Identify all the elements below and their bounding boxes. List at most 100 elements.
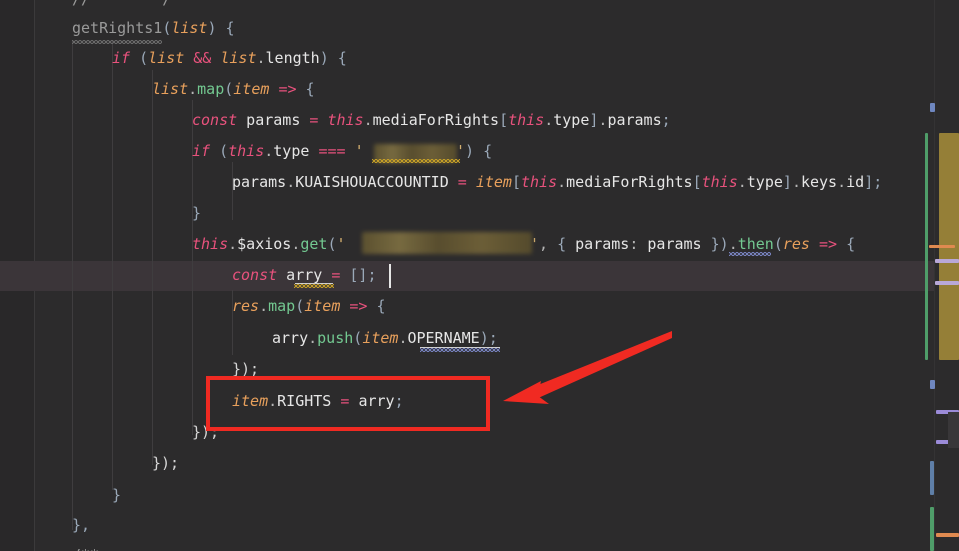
code-token: ; [661,111,671,129]
overview-marker [930,507,934,551]
code-token: this [701,173,738,191]
code-token: => [349,297,368,315]
code-text: if (this.type === ' [192,136,364,166]
code-token: getRights1 [72,19,163,37]
code-token: type [273,142,310,160]
overview-marker [930,461,934,495]
scrollbar-column[interactable] [935,0,959,551]
squiggle-underline [294,284,334,288]
code-token: if [112,49,131,67]
code-token: $axios [237,235,292,253]
code-token: [ [692,173,702,191]
code-token: if [192,142,211,160]
code-token: item [233,80,270,98]
code-token: . [188,80,198,98]
code-text: list.map(item => { [152,74,315,104]
code-token: item [475,173,512,191]
code-token: . [728,235,738,253]
code-line[interactable]: const params = this.mediaForRights[this.… [0,105,959,135]
code-line[interactable]: res.map(item => { [0,291,959,321]
code-line[interactable]: // / [0,0,959,14]
code-token: this [327,111,364,129]
code-token: item [362,329,399,347]
code-token: . [259,297,269,315]
code-token: type [746,173,783,191]
code-text: if (list && list.length) { [112,43,347,73]
code-token: arry [272,329,309,347]
code-token: }, [72,516,91,534]
code-token: { [296,80,315,98]
code-line[interactable]: if (this.type === ' ') { [0,136,959,166]
text-caret [389,264,391,288]
code-line[interactable]: } [0,198,959,228]
code-token: ' [354,142,364,160]
code-token: ' [456,142,466,160]
code-token: params [575,235,630,253]
code-token: [ [511,173,521,191]
code-line[interactable]: params.KUAISHOUACCOUNTID = item[this.med… [0,167,959,197]
code-token: type [553,111,590,129]
code-token: , [539,235,549,253]
code-token: . [737,173,747,191]
code-token: . [308,329,318,347]
code-token: res [232,297,260,315]
code-line[interactable]: }, [0,510,959,540]
overview-marker [929,245,955,248]
code-text: res.map(item => { [232,291,386,321]
code-token: ( [210,142,229,160]
code-text: ', { params: params }).then(res => { [530,229,855,259]
code-token: . [544,111,554,129]
code-token: . [228,235,238,253]
code-line[interactable]: if (list && list.length) { [0,43,959,73]
code-token: map [268,297,296,315]
code-token: === [318,142,346,160]
code-token: params [638,235,711,253]
code-token: id [846,173,865,191]
code-token: { [837,235,856,253]
code-token: . [264,142,274,160]
code-token: KUAISHOUACCOUNTID [295,173,449,191]
code-token: ( [224,80,234,98]
code-text: const params = this.mediaForRights[this.… [192,105,671,135]
code-token: OPERNAME [407,329,480,347]
overview-marker [936,533,959,537]
code-text: this.$axios.get(' [192,229,346,259]
code-line[interactable]: }); [0,448,959,478]
code-token: => [278,80,297,98]
squiggle-underline [420,348,500,352]
code-token: . [837,173,847,191]
code-token: map [197,80,225,98]
code-token: ' [336,235,346,253]
code-token: = [457,173,467,191]
code-token: list [148,49,185,67]
code-token: . [791,173,801,191]
code-line[interactable]: } [0,480,959,510]
code-text: getRights1(list) { [72,13,235,43]
redacted-url-region [362,232,532,254]
code-token: this [228,142,265,160]
code-token: . [286,173,296,191]
code-line[interactable]: getRights1(list) { [0,13,959,43]
overview-marker [935,281,959,285]
scrollbar-track-shade [948,412,959,448]
code-line[interactable]: list.map(item => { [0,74,959,104]
code-text: ') { [456,136,492,166]
code-line[interactable]: const arry = []; [0,260,959,290]
code-token: this [508,111,545,129]
code-token: this [521,173,558,191]
overview-change-bar [925,133,928,360]
code-token: ( [327,235,337,253]
code-token: get [300,235,328,253]
code-token: res [782,235,810,253]
overview-marker [935,259,959,263]
code-token: list [171,19,208,37]
code-token: mediaForRights [566,173,693,191]
code-editor-window: // / getRights1(list) { if (list && list… [0,0,959,551]
code-token: push [317,329,354,347]
overview-marker [930,103,935,112]
code-token: . [363,111,373,129]
code-surface[interactable]: // / getRights1(list) { if (list && list… [0,0,959,551]
code-line[interactable]: /** [0,540,959,551]
